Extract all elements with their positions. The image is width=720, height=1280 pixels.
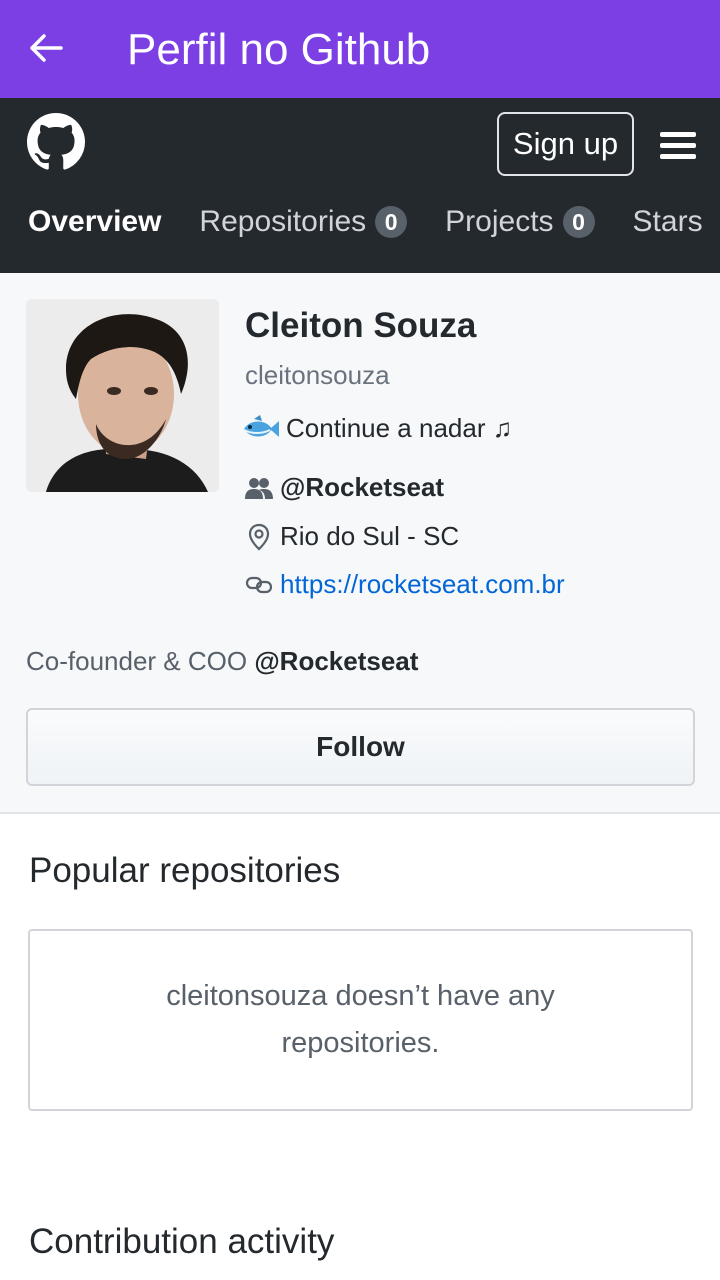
tab-label: Stars <box>632 205 703 238</box>
profile-website[interactable]: https://rocketseat.com.br <box>245 569 565 600</box>
tab-label: Repositories <box>199 205 367 238</box>
people-icon <box>245 477 273 499</box>
tab-label: Overview <box>28 205 162 238</box>
profile-name: Cleiton Souza <box>245 306 477 345</box>
back-button[interactable] <box>28 28 64 68</box>
profile-tabs: Overview Repositories 0 Projects 0 Stars <box>28 200 720 244</box>
profile-location: Rio do Sul - SC <box>245 521 459 552</box>
fish-icon <box>243 414 279 437</box>
empty-repositories-box: cleitonsouza doesn’t have any repositori… <box>28 929 693 1111</box>
bio-text: Co-founder & COO <box>26 646 248 676</box>
app-bar-title: Perfil no Github <box>127 25 431 74</box>
link-icon <box>245 576 273 593</box>
tab-label: Projects <box>445 205 554 238</box>
website-link[interactable]: https://rocketseat.com.br <box>280 569 565 600</box>
sign-up-button[interactable]: Sign up <box>497 112 634 176</box>
github-logo-icon[interactable] <box>27 113 85 171</box>
empty-message: cleitonsouza doesn’t have any repositori… <box>166 980 555 1059</box>
popular-repositories-title: Popular repositories <box>29 851 341 890</box>
tab-projects[interactable]: Projects 0 <box>445 205 595 239</box>
location-pin-icon <box>248 523 270 550</box>
organization-text: @Rocketseat <box>280 472 445 502</box>
profile-login: cleitonsouza <box>245 360 390 390</box>
tab-repositories[interactable]: Repositories 0 <box>199 205 408 239</box>
tab-overview[interactable]: Overview <box>28 205 161 239</box>
count-badge: 0 <box>562 206 595 238</box>
contribution-activity-title: Contribution activity <box>29 1222 335 1261</box>
location-text: Rio do Sul - SC <box>280 521 460 551</box>
status-text: Continue a nadar ♫ <box>286 413 513 443</box>
github-header: Sign up Overview Repositories 0 Projects… <box>0 98 720 273</box>
arrow-left-icon <box>30 34 63 62</box>
profile-organization[interactable]: @Rocketseat <box>245 472 444 503</box>
profile-card: Cleiton Souza cleitonsouza Continue a na… <box>0 273 720 814</box>
app-bar: Perfil no Github <box>0 0 720 98</box>
profile-bio: Co-founder & COO @Rocketseat <box>26 646 418 677</box>
hamburger-menu-icon[interactable] <box>660 132 696 162</box>
follow-button[interactable]: Follow <box>26 708 695 786</box>
bio-org-mention[interactable]: @Rocketseat <box>254 646 418 676</box>
count-badge: 0 <box>375 206 408 238</box>
profile-status: Continue a nadar ♫ <box>240 413 512 444</box>
tab-stars[interactable]: Stars <box>633 205 703 239</box>
avatar[interactable] <box>26 299 219 492</box>
